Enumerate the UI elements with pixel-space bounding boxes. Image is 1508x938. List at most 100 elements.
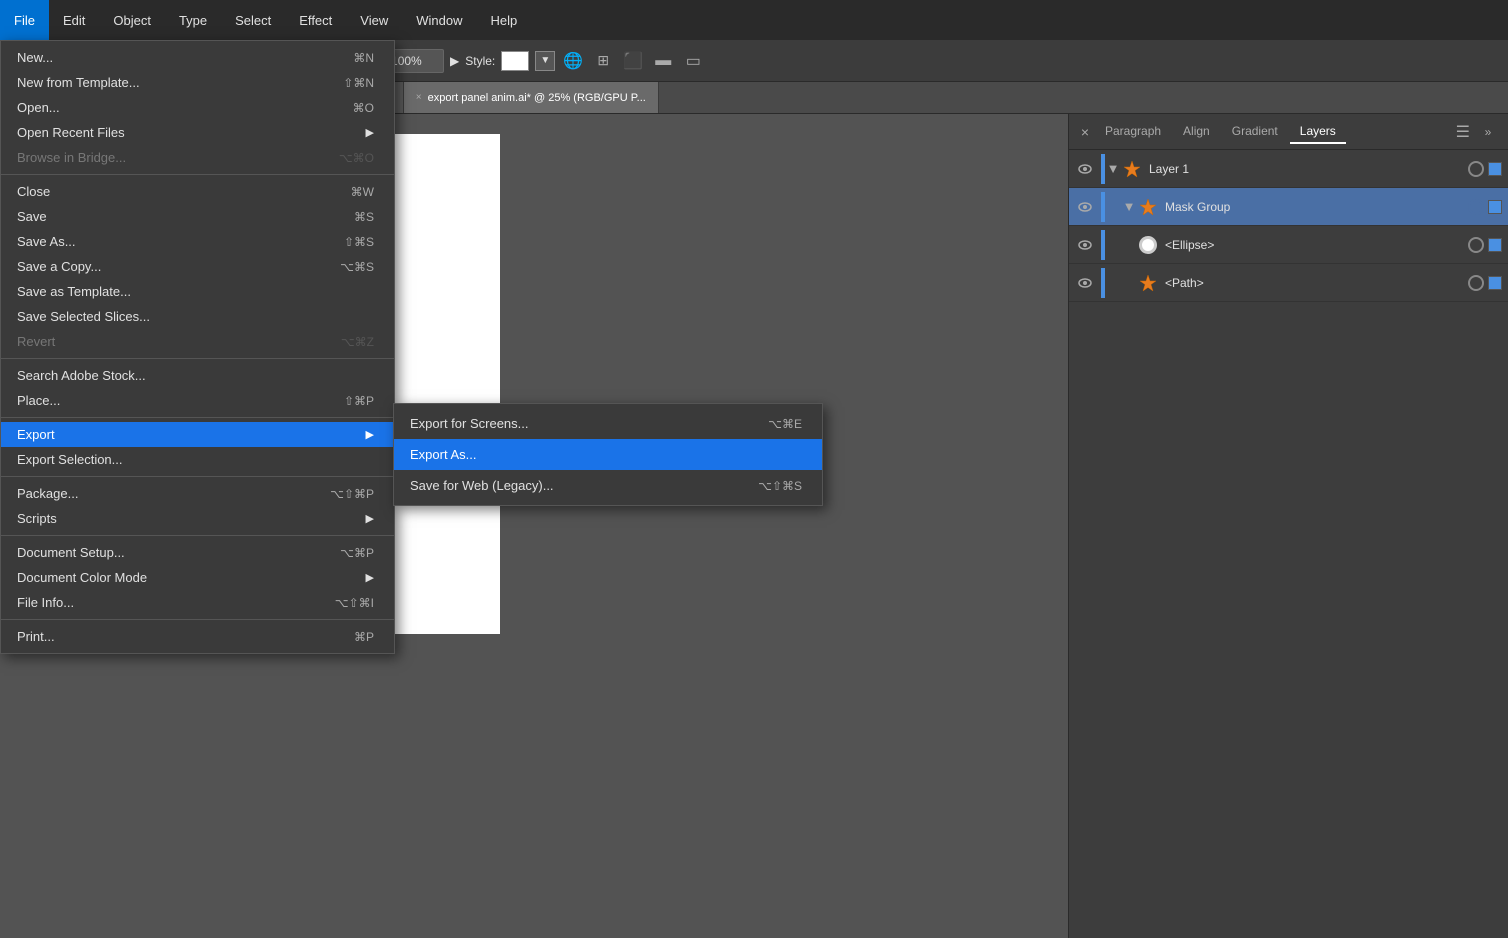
fm-revert-label: Revert bbox=[17, 334, 341, 349]
fm-search-stock[interactable]: Search Adobe Stock... bbox=[1, 363, 394, 388]
fm-export[interactable]: Export ▶ bbox=[1, 422, 394, 447]
layer-row-layer1[interactable]: ▼ Layer 1 bbox=[1069, 150, 1508, 188]
panel-expand-icon[interactable]: » bbox=[1476, 120, 1500, 144]
mask-group-thumb bbox=[1137, 196, 1159, 218]
path-visibility-icon[interactable] bbox=[1069, 278, 1101, 288]
fm-bridge-label: Browse in Bridge... bbox=[17, 150, 339, 165]
fm-file-info-label: File Info... bbox=[17, 595, 335, 610]
fm-revert-shortcut: ⌥⌘Z bbox=[341, 335, 374, 349]
fm-doc-setup[interactable]: Document Setup... ⌥⌘P bbox=[1, 540, 394, 565]
fm-doc-color-mode[interactable]: Document Color Mode ▶ bbox=[1, 565, 394, 590]
fm-save-as-shortcut: ⇧⌘S bbox=[344, 235, 374, 249]
fm-open[interactable]: Open... ⌘O bbox=[1, 95, 394, 120]
fm-scripts-arrow: ▶ bbox=[366, 512, 374, 525]
panel-tab-layers[interactable]: Layers bbox=[1290, 120, 1346, 144]
align-left-icon[interactable]: ⬛ bbox=[621, 49, 645, 73]
fm-save-copy[interactable]: Save a Copy... ⌥⌘S bbox=[1, 254, 394, 279]
mask-group-visibility-icon[interactable] bbox=[1069, 202, 1101, 212]
panel-menu-icon[interactable]: ☰ bbox=[1456, 122, 1470, 142]
fm-new-template-label: New from Template... bbox=[17, 75, 343, 90]
fm-sep2 bbox=[1, 358, 394, 359]
panel-tab-paragraph[interactable]: Paragraph bbox=[1095, 120, 1171, 144]
fm-doc-setup-label: Document Setup... bbox=[17, 545, 340, 560]
fm-print[interactable]: Print... ⌘P bbox=[1, 624, 394, 649]
fm-save-label: Save bbox=[17, 209, 354, 224]
menu-view[interactable]: View bbox=[346, 0, 402, 40]
layer1-name: Layer 1 bbox=[1149, 162, 1468, 176]
fm-file-info[interactable]: File Info... ⌥⇧⌘I bbox=[1, 590, 394, 615]
mask-group-color-bar bbox=[1101, 192, 1105, 222]
style-label: Style: bbox=[465, 54, 495, 68]
panel-close-button[interactable]: × bbox=[1077, 124, 1093, 140]
style-dropdown[interactable]: ▼ bbox=[535, 51, 555, 71]
mask-group-color-box bbox=[1488, 200, 1502, 214]
esm-export-as[interactable]: Export As... bbox=[394, 439, 822, 470]
align-right-icon[interactable]: ▭ bbox=[681, 49, 705, 73]
fm-sep4 bbox=[1, 476, 394, 477]
fm-save-copy-shortcut: ⌥⌘S bbox=[340, 260, 374, 274]
fm-doc-color-mode-arrow: ▶ bbox=[366, 571, 374, 584]
arrow-btn[interactable]: ▶ bbox=[450, 54, 459, 68]
fm-save-template[interactable]: Save as Template... bbox=[1, 279, 394, 304]
fm-save[interactable]: Save ⌘S bbox=[1, 204, 394, 229]
fm-open-recent-arrow: ▶ bbox=[366, 126, 374, 139]
menu-select[interactable]: Select bbox=[221, 0, 285, 40]
layer1-target[interactable] bbox=[1468, 161, 1484, 177]
fm-open-recent[interactable]: Open Recent Files ▶ bbox=[1, 120, 394, 145]
mask-group-arrow[interactable]: ▼ bbox=[1121, 199, 1137, 214]
world-icon[interactable]: 🌐 bbox=[561, 49, 585, 73]
esm-save-web-label: Save for Web (Legacy)... bbox=[410, 478, 758, 493]
fm-save-copy-label: Save a Copy... bbox=[17, 259, 340, 274]
menu-file[interactable]: File bbox=[0, 0, 49, 40]
fm-doc-setup-shortcut: ⌥⌘P bbox=[340, 546, 374, 560]
panel-tab-gradient[interactable]: Gradient bbox=[1222, 120, 1288, 144]
layer-row-ellipse[interactable]: <Ellipse> bbox=[1069, 226, 1508, 264]
ellipse-target[interactable] bbox=[1468, 237, 1484, 253]
fm-place-label: Place... bbox=[17, 393, 344, 408]
fm-place[interactable]: Place... ⇧⌘P bbox=[1, 388, 394, 413]
fm-doc-color-mode-label: Document Color Mode bbox=[17, 570, 366, 585]
tab-2[interactable]: × export panel anim.ai* @ 25% (RGB/GPU P… bbox=[404, 82, 659, 113]
align-center-icon[interactable]: ▬ bbox=[651, 49, 675, 73]
layer-row-mask-group[interactable]: ▼ Mask Group bbox=[1069, 188, 1508, 226]
menu-effect[interactable]: Effect bbox=[285, 0, 346, 40]
tab-2-close[interactable]: × bbox=[416, 92, 422, 103]
esm-save-web-shortcut: ⌥⇧⌘S bbox=[758, 479, 802, 493]
fm-save-slices[interactable]: Save Selected Slices... bbox=[1, 304, 394, 329]
fm-package[interactable]: Package... ⌥⇧⌘P bbox=[1, 481, 394, 506]
fm-new-template-shortcut: ⇧⌘N bbox=[343, 76, 374, 90]
panel-tab-align[interactable]: Align bbox=[1173, 120, 1220, 144]
menu-type[interactable]: Type bbox=[165, 0, 221, 40]
fm-new[interactable]: New... ⌘N bbox=[1, 45, 394, 70]
layer1-visibility-icon[interactable] bbox=[1069, 164, 1101, 174]
fm-package-shortcut: ⌥⇧⌘P bbox=[330, 487, 374, 501]
path-target[interactable] bbox=[1468, 275, 1484, 291]
mask-group-target[interactable] bbox=[1468, 199, 1484, 215]
esm-save-web[interactable]: Save for Web (Legacy)... ⌥⇧⌘S bbox=[394, 470, 822, 501]
ellipse-visibility-icon[interactable] bbox=[1069, 240, 1101, 250]
fm-save-as[interactable]: Save As... ⇧⌘S bbox=[1, 229, 394, 254]
esm-export-screens[interactable]: Export for Screens... ⌥⌘E bbox=[394, 408, 822, 439]
grid-icon[interactable]: ⊞ bbox=[591, 49, 615, 73]
layers-list: ▼ Layer 1 ▼ Mask Group bbox=[1069, 150, 1508, 938]
menu-edit[interactable]: Edit bbox=[49, 0, 99, 40]
ellipse-color-bar bbox=[1101, 230, 1105, 260]
path-name: <Path> bbox=[1165, 276, 1468, 290]
layer1-thumb bbox=[1121, 158, 1143, 180]
fm-close[interactable]: Close ⌘W bbox=[1, 179, 394, 204]
fm-scripts[interactable]: Scripts ▶ bbox=[1, 506, 394, 531]
menu-help[interactable]: Help bbox=[476, 0, 531, 40]
fm-export-selection[interactable]: Export Selection... bbox=[1, 447, 394, 472]
ellipse-name: <Ellipse> bbox=[1165, 238, 1468, 252]
fm-sep3 bbox=[1, 417, 394, 418]
layer-row-path[interactable]: <Path> bbox=[1069, 264, 1508, 302]
layer1-arrow[interactable]: ▼ bbox=[1105, 161, 1121, 176]
menu-window[interactable]: Window bbox=[402, 0, 476, 40]
fm-new-template[interactable]: New from Template... ⇧⌘N bbox=[1, 70, 394, 95]
path-color-box bbox=[1488, 276, 1502, 290]
fm-save-slices-label: Save Selected Slices... bbox=[17, 309, 374, 324]
file-menu-dropdown: New... ⌘N New from Template... ⇧⌘N Open.… bbox=[0, 40, 395, 654]
menu-object[interactable]: Object bbox=[99, 0, 165, 40]
right-panel: × Paragraph Align Gradient Layers ☰ » ▼ … bbox=[1068, 114, 1508, 938]
style-swatch[interactable] bbox=[501, 51, 529, 71]
